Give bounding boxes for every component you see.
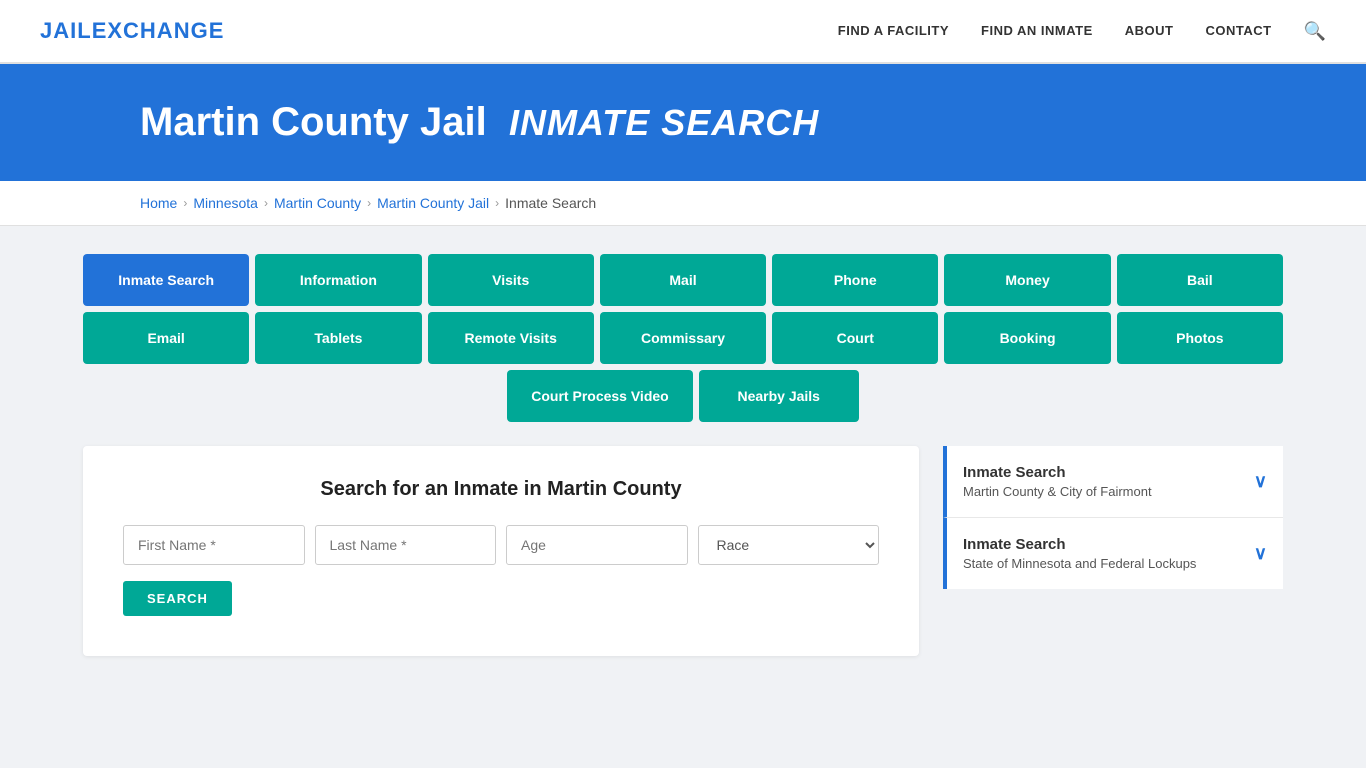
breadcrumb-sep-3: › <box>367 196 371 210</box>
breadcrumb-minnesota[interactable]: Minnesota <box>193 195 258 211</box>
sidebar-item-text-1: Inmate Search Martin County & City of Fa… <box>963 464 1152 499</box>
search-button[interactable]: SEARCH <box>123 581 232 616</box>
nav-button-row3: Court Process Video Nearby Jails <box>83 370 1283 422</box>
nav-find-facility[interactable]: FIND A FACILITY <box>838 22 949 40</box>
breadcrumb-sep-2: › <box>264 196 268 210</box>
breadcrumb-sep-4: › <box>495 196 499 210</box>
page-title: Martin County Jail INMATE SEARCH <box>140 100 1326 145</box>
btn-money[interactable]: Money <box>944 254 1110 306</box>
nav-links: FIND A FACILITY FIND AN INMATE ABOUT CON… <box>838 21 1326 42</box>
sidebar-item-title-1: Inmate Search <box>963 464 1152 481</box>
logo-exchange: EXCHANGE <box>92 18 225 43</box>
age-input[interactable] <box>506 525 688 565</box>
btn-remote-visits[interactable]: Remote Visits <box>428 312 594 364</box>
facility-name: Martin County Jail <box>140 100 487 144</box>
hero-section: Martin County Jail INMATE SEARCH <box>0 64 1366 181</box>
btn-phone[interactable]: Phone <box>772 254 938 306</box>
breadcrumb-martin-county[interactable]: Martin County <box>274 195 361 211</box>
logo-jail: JAIL <box>40 18 92 43</box>
sidebar-item-subtitle-2: State of Minnesota and Federal Lockups <box>963 556 1196 571</box>
sidebar-item-title-2: Inmate Search <box>963 536 1196 553</box>
btn-booking[interactable]: Booking <box>944 312 1110 364</box>
site-logo[interactable]: JAILEXCHANGE <box>40 18 224 44</box>
sidebar-item-text-2: Inmate Search State of Minnesota and Fed… <box>963 536 1196 571</box>
content-row: Search for an Inmate in Martin County Ra… <box>83 446 1283 656</box>
nav-contact[interactable]: CONTACT <box>1205 22 1271 40</box>
last-name-input[interactable] <box>315 525 497 565</box>
sidebar-item-subtitle-1: Martin County & City of Fairmont <box>963 484 1152 499</box>
btn-bail[interactable]: Bail <box>1117 254 1283 306</box>
chevron-down-icon-2: ∨ <box>1254 543 1267 564</box>
btn-visits[interactable]: Visits <box>428 254 594 306</box>
search-panel: Search for an Inmate in Martin County Ra… <box>83 446 919 656</box>
btn-court-process-video[interactable]: Court Process Video <box>507 370 692 422</box>
breadcrumb-sep-1: › <box>183 196 187 210</box>
btn-court[interactable]: Court <box>772 312 938 364</box>
breadcrumb-home[interactable]: Home <box>140 195 177 211</box>
search-fields: Race White Black Hispanic Asian Other <box>123 525 879 565</box>
btn-tablets[interactable]: Tablets <box>255 312 421 364</box>
btn-commissary[interactable]: Commissary <box>600 312 766 364</box>
breadcrumb-current: Inmate Search <box>505 195 596 211</box>
nav-find-inmate[interactable]: FIND AN INMATE <box>981 22 1093 40</box>
btn-mail[interactable]: Mail <box>600 254 766 306</box>
sidebar: Inmate Search Martin County & City of Fa… <box>943 446 1283 589</box>
breadcrumb-bar: Home › Minnesota › Martin County › Marti… <box>0 181 1366 226</box>
page-subtitle-italic: INMATE SEARCH <box>509 102 819 143</box>
btn-photos[interactable]: Photos <box>1117 312 1283 364</box>
btn-nearby-jails[interactable]: Nearby Jails <box>699 370 859 422</box>
main-container: Inmate Search Information Visits Mail Ph… <box>43 226 1323 684</box>
breadcrumb-martin-county-jail[interactable]: Martin County Jail <box>377 195 489 211</box>
nav-button-row2: Email Tablets Remote Visits Commissary C… <box>83 312 1283 364</box>
search-panel-title: Search for an Inmate in Martin County <box>123 478 879 501</box>
nav-button-row1: Inmate Search Information Visits Mail Ph… <box>83 254 1283 306</box>
navbar: JAILEXCHANGE FIND A FACILITY FIND AN INM… <box>0 0 1366 64</box>
breadcrumb: Home › Minnesota › Martin County › Marti… <box>140 195 1226 211</box>
nav-search-icon[interactable]: 🔍 <box>1304 21 1326 42</box>
sidebar-item-martin-county[interactable]: Inmate Search Martin County & City of Fa… <box>943 446 1283 518</box>
nav-about[interactable]: ABOUT <box>1125 22 1174 40</box>
first-name-input[interactable] <box>123 525 305 565</box>
chevron-down-icon-1: ∨ <box>1254 471 1267 492</box>
sidebar-item-minnesota[interactable]: Inmate Search State of Minnesota and Fed… <box>943 518 1283 589</box>
btn-information[interactable]: Information <box>255 254 421 306</box>
btn-email[interactable]: Email <box>83 312 249 364</box>
race-select[interactable]: Race White Black Hispanic Asian Other <box>698 525 880 565</box>
btn-inmate-search[interactable]: Inmate Search <box>83 254 249 306</box>
